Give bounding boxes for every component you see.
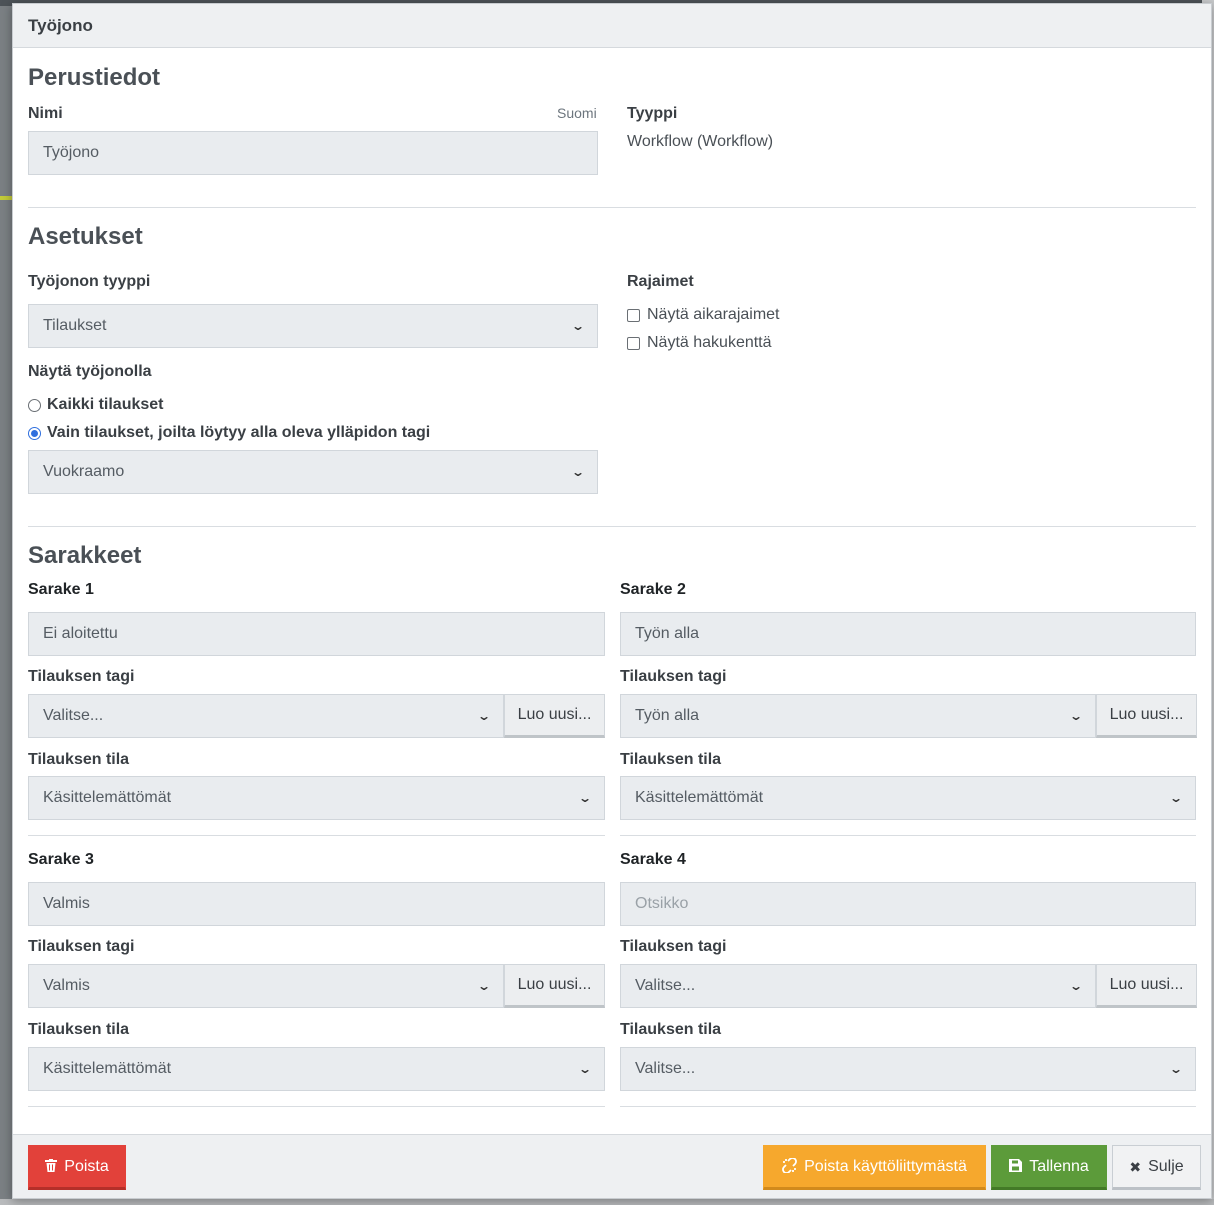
column-2-state-label: Tilauksen tila (620, 751, 722, 768)
column-1-tag-value: Valitse... (43, 707, 104, 724)
divider (28, 207, 1196, 208)
chevron-down-icon: ⌄ (570, 465, 586, 479)
column-2-name-input[interactable]: Työn alla (620, 612, 1196, 656)
chevron-down-icon: ⌄ (476, 979, 492, 993)
filter-search-checkbox[interactable]: Näytä hakukenttä (627, 334, 772, 352)
section-heading-settings: Asetukset (28, 223, 143, 250)
divider (28, 1106, 605, 1107)
divider (620, 1106, 1196, 1107)
column-2-state-select[interactable]: Käsittelemättömät ⌄ (620, 776, 1196, 820)
divider (620, 835, 1196, 836)
column-2-state-value: Käsittelemättömät (635, 789, 764, 806)
section-heading-basics: Perustiedot (28, 64, 161, 91)
chevron-down-icon: ⌄ (570, 319, 586, 333)
chevron-down-icon: ⌄ (1068, 979, 1084, 993)
name-label: Nimi (28, 105, 63, 122)
column-3-name-input[interactable]: Valmis (28, 882, 605, 926)
column-1-tag-label: Tilauksen tagi (28, 668, 135, 685)
column-1-title: Sarake 1 (28, 581, 94, 598)
column-1-state-label: Tilauksen tila (28, 751, 130, 768)
chevron-down-icon: ⌄ (1168, 1062, 1184, 1076)
close-icon: ✖ (1129, 1158, 1142, 1175)
save-button-label: Tallenna (1029, 1157, 1089, 1175)
column-4-tag-label: Tilauksen tagi (620, 938, 727, 955)
trash-icon (45, 1159, 58, 1174)
remove-from-ui-button[interactable]: Poista käyttöliittymästä (763, 1145, 986, 1190)
column-4-state-label: Tilauksen tila (620, 1021, 722, 1038)
chevron-down-icon: ⌄ (1168, 791, 1184, 805)
filter-time-label: Näytä aikarajaimet (647, 306, 780, 323)
column-4-name-input[interactable]: Otsikko (620, 882, 1196, 926)
delete-button[interactable]: Poista (28, 1145, 126, 1190)
name-input[interactable]: Työjono (28, 131, 598, 175)
column-1-state-select[interactable]: Käsittelemättömät ⌄ (28, 776, 605, 820)
column-3-tag-value: Valmis (43, 977, 90, 994)
column-3-state-select[interactable]: Käsittelemättömät ⌄ (28, 1047, 605, 1091)
column-2-tag-label: Tilauksen tagi (620, 668, 727, 685)
column-1-state-value: Käsittelemättömät (43, 789, 172, 806)
close-button-label: Sulje (1148, 1157, 1184, 1175)
radio-tagged-label: Vain tilaukset, joilta löytyy alla oleva… (47, 424, 431, 441)
column-3-new-tag-button[interactable]: Luo uusi... (504, 964, 605, 1008)
remove-from-ui-label: Poista käyttöliittymästä (804, 1157, 967, 1175)
column-2-new-tag-button[interactable]: Luo uusi... (1096, 694, 1197, 738)
column-3-tag-select[interactable]: Valmis ⌄ (28, 964, 504, 1008)
filter-search-label: Näytä hakukenttä (647, 334, 772, 351)
workqueue-modal: Työjono Perustiedot Nimi Suomi Työjono T… (12, 3, 1212, 1199)
close-button[interactable]: ✖ Sulje (1112, 1145, 1201, 1190)
type-label: Tyyppi (627, 105, 678, 122)
chevron-down-icon: ⌄ (577, 1062, 593, 1076)
save-button[interactable]: Tallenna (991, 1145, 1107, 1190)
modal-header: Työjono (13, 4, 1211, 48)
background-bottom (0, 1199, 1214, 1205)
modal-footer: Poista Poista käyttöliittymästä Tallenna… (13, 1134, 1211, 1198)
radio-all-orders[interactable]: Kaikki tilaukset (28, 396, 164, 414)
delete-button-label: Poista (64, 1157, 109, 1175)
radio-all-label: Kaikki tilaukset (47, 396, 164, 413)
show-on-queue-label: Näytä työjonolla (28, 363, 152, 380)
queue-type-label: Työjonon tyyppi (28, 273, 151, 290)
modal-body: Perustiedot Nimi Suomi Työjono Tyyppi Wo… (28, 48, 1197, 1134)
modal-title: Työjono (28, 15, 93, 35)
column-2-tag-value: Työn alla (635, 707, 700, 724)
column-3-title: Sarake 3 (28, 851, 94, 868)
divider (28, 526, 1196, 527)
divider (28, 835, 605, 836)
queue-type-select[interactable]: Tilaukset ⌄ (28, 304, 598, 348)
admin-tag-value: Vuokraamo (43, 463, 125, 480)
chevron-down-icon: ⌄ (476, 709, 492, 723)
column-1-new-tag-button[interactable]: Luo uusi... (504, 694, 605, 738)
column-2-tag-select[interactable]: Työn alla ⌄ (620, 694, 1096, 738)
column-1-tag-select[interactable]: Valitse... ⌄ (28, 694, 504, 738)
radio-button-selected[interactable] (28, 426, 41, 440)
column-3-state-label: Tilauksen tila (28, 1021, 130, 1038)
filter-time-checkbox[interactable]: Näytä aikarajaimet (627, 306, 780, 324)
filters-label: Rajaimet (627, 273, 694, 290)
column-4-state-select[interactable]: Valitse... ⌄ (620, 1047, 1196, 1091)
column-4-title: Sarake 4 (620, 851, 686, 868)
admin-tag-select[interactable]: Vuokraamo ⌄ (28, 450, 598, 494)
column-3-state-value: Käsittelemättömät (43, 1060, 172, 1077)
column-3-tag-label: Tilauksen tagi (28, 938, 135, 955)
column-4-tag-select[interactable]: Valitse... ⌄ (620, 964, 1096, 1008)
chevron-down-icon: ⌄ (1068, 709, 1084, 723)
checkbox[interactable] (627, 336, 640, 350)
unlink-icon (782, 1157, 798, 1175)
column-2-title: Sarake 2 (620, 581, 686, 598)
chevron-down-icon: ⌄ (577, 791, 593, 805)
queue-type-value: Tilaukset (43, 317, 107, 334)
column-4-state-value: Valitse... (635, 1060, 696, 1077)
radio-button[interactable] (28, 398, 41, 412)
language-link[interactable]: Suomi (557, 105, 597, 121)
checkbox[interactable] (627, 308, 640, 322)
radio-tagged-orders[interactable]: Vain tilaukset, joilta löytyy alla oleva… (28, 424, 430, 442)
section-heading-columns: Sarakkeet (28, 542, 142, 569)
column-4-tag-value: Valitse... (635, 977, 696, 994)
column-4-new-tag-button[interactable]: Luo uusi... (1096, 964, 1197, 1008)
column-1-name-input[interactable]: Ei aloitettu (28, 612, 605, 656)
floppy-disk-icon (1009, 1159, 1023, 1174)
type-value: Workflow (Workflow) (627, 133, 774, 150)
